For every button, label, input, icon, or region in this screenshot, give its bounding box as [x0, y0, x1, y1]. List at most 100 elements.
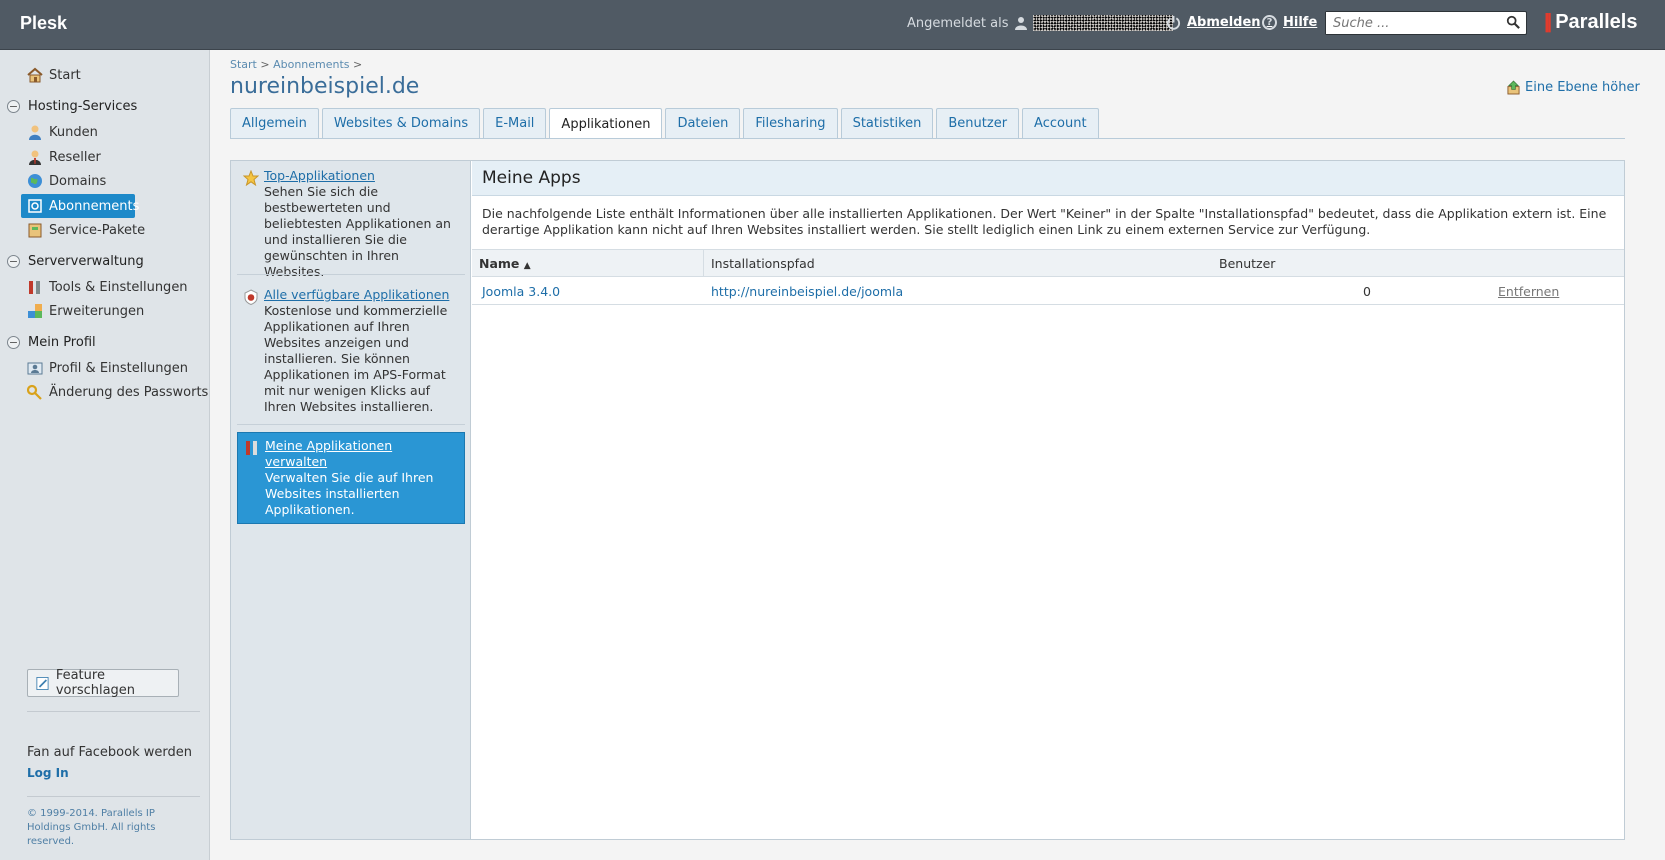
help-label: Hilfe [1283, 15, 1318, 30]
globe-icon [27, 173, 43, 189]
my-apps-description: Die nachfolgende Liste enthält Informati… [482, 206, 1607, 237]
sidebar-item-reseller[interactable]: Reseller [27, 146, 101, 168]
up-level-link[interactable]: Eine Ebene höher [1507, 80, 1640, 95]
tab-underline [230, 138, 1625, 139]
sidebar-item-label: Service-Pakete [49, 222, 146, 238]
tools-icon [246, 441, 257, 455]
feature-suggest-button[interactable]: Feature vorschlagen [27, 668, 179, 698]
sidebar-item-domains[interactable]: Domains [27, 170, 106, 192]
help-link[interactable]: ? Hilfe [1262, 15, 1317, 30]
column-header-name[interactable]: Name ▲ [479, 256, 531, 271]
logout-link[interactable]: Abmelden [1166, 15, 1261, 30]
help-icon: ? [1262, 15, 1277, 30]
logged-in-label: Angemeldet als [907, 15, 1009, 31]
suggest-icon [36, 676, 49, 690]
logout-label: Abmelden [1187, 15, 1261, 30]
breadcrumb-abonnements[interactable]: Abonnements [273, 58, 349, 71]
power-icon [1166, 15, 1181, 30]
app-shield-icon [244, 289, 258, 305]
sidebar-item-service-pakete[interactable]: Service-Pakete [27, 219, 145, 241]
sidebar-group-hosting[interactable]: − Hosting-Services [7, 99, 137, 114]
home-icon [27, 67, 43, 83]
sidebar-group-server[interactable]: − Serververwaltung [7, 254, 144, 269]
facebook-fan-text: Fan auf Facebook werden [27, 745, 192, 760]
sidebar-item-label: Domains [49, 173, 107, 189]
sidebar-item-kunden[interactable]: Kunden [27, 121, 98, 143]
sidebar-item-passwort[interactable]: Änderung des Passworts [27, 381, 208, 403]
search-input[interactable] [1326, 12, 1496, 34]
column-header-path[interactable]: Installationspfad [711, 256, 815, 271]
tab-bar: Allgemein Websites & Domains E-Mail Appl… [230, 108, 1099, 139]
tab-email[interactable]: E-Mail [483, 108, 547, 138]
apps-table-header: Name ▲ Installationspfad Benutzer [472, 249, 1624, 277]
package-icon [27, 222, 43, 238]
nav-description: Sehen Sie sich die bestbewerteten und be… [264, 184, 451, 279]
column-header-label: Name [479, 256, 520, 271]
applications-panel: Top-Applikationen Sehen Sie sich die bes… [230, 160, 1625, 840]
tab-filesharing[interactable]: Filesharing [743, 108, 838, 138]
sidebar-group-label: Hosting-Services [28, 99, 138, 114]
parallels-brand: Parallels [1555, 11, 1638, 33]
user-icon [1014, 17, 1027, 30]
search-icon[interactable] [1506, 15, 1520, 29]
sidebar-group-label: Mein Profil [28, 335, 96, 350]
tools-icon [27, 279, 43, 295]
sidebar-item-erweiterungen[interactable]: Erweiterungen [27, 300, 144, 322]
app-path-link[interactable]: http://nureinbeispiel.de/joomla [711, 284, 903, 299]
sidebar-item-label: Profil & Einstellungen [49, 360, 188, 376]
breadcrumb-separator: > [353, 58, 363, 71]
reseller-icon [27, 149, 43, 165]
sidebar-item-start[interactable]: Start [27, 64, 81, 86]
sidebar-item-abonnements[interactable]: Abonnements [21, 194, 139, 218]
profile-card-icon [27, 360, 43, 376]
tab-account[interactable]: Account [1022, 108, 1099, 138]
sidebar-item-tools[interactable]: Tools & Einstellungen [27, 276, 188, 298]
breadcrumb-start[interactable]: Start [230, 58, 257, 71]
app-name-link[interactable]: Joomla 3.4.0 [482, 284, 560, 299]
main-area: Start > Abonnements > nureinbeispiel.de … [210, 50, 1665, 860]
my-apps-title: Meine Apps [472, 161, 1624, 196]
facebook-login-link[interactable]: Log In [27, 766, 69, 780]
nav-description: Kostenlose und kommerzielle Applikatione… [264, 303, 448, 414]
app-users-count: 0 [1363, 284, 1371, 299]
parallels-bars-icon: || [1544, 11, 1552, 33]
sidebar-item-label: Änderung des Passworts [49, 384, 209, 400]
plesk-logo[interactable]: Plesk [20, 13, 67, 34]
tab-websites-domains[interactable]: Websites & Domains [321, 108, 481, 138]
sidebar-group-profil[interactable]: − Mein Profil [7, 335, 96, 350]
key-icon [27, 384, 43, 400]
sidebar: Start − Hosting-Services Kunden Reseller… [0, 50, 210, 860]
nav-description: Verwalten Sie die auf Ihren Websites ins… [265, 470, 434, 517]
tab-allgemein[interactable]: Allgemein [230, 108, 319, 138]
my-apps-content: Meine Apps Die nachfolgende Liste enthäl… [472, 161, 1624, 839]
sidebar-item-label: Reseller [49, 149, 101, 165]
column-header-users[interactable]: Benutzer [1219, 256, 1275, 271]
tab-applikationen[interactable]: Applikationen [549, 108, 663, 139]
collapse-icon[interactable]: − [7, 255, 20, 268]
nav-top-applications[interactable]: Top-Applikationen Sehen Sie sich die bes… [237, 163, 465, 285]
applications-nav: Top-Applikationen Sehen Sie sich die bes… [231, 161, 471, 839]
tab-statistiken[interactable]: Statistiken [840, 108, 934, 138]
sidebar-item-label: Start [49, 67, 81, 83]
nav-my-applications[interactable]: Meine Applikationen verwalten Verwalten … [237, 432, 465, 524]
top-header: Plesk Angemeldet als Abmelden ? Hilfe ||… [0, 0, 1665, 50]
tab-dateien[interactable]: Dateien [665, 108, 741, 138]
sidebar-item-label: Erweiterungen [49, 303, 145, 319]
nav-title[interactable]: Top-Applikationen [264, 168, 459, 184]
tab-benutzer[interactable]: Benutzer [936, 108, 1020, 138]
nav-divider [237, 274, 465, 275]
sidebar-item-profil[interactable]: Profil & Einstellungen [27, 357, 188, 379]
sidebar-divider [27, 711, 200, 712]
up-level-icon [1507, 80, 1520, 95]
collapse-icon[interactable]: − [7, 100, 20, 113]
nav-title[interactable]: Alle verfügbare Applikationen [264, 287, 459, 303]
subscription-icon [27, 198, 43, 214]
remove-app-link[interactable]: Entfernen [1498, 284, 1559, 299]
breadcrumb-separator: > [260, 58, 270, 71]
nav-all-applications[interactable]: Alle verfügbare Applikationen Kostenlose… [237, 282, 465, 420]
feature-suggest-label: Feature vorschlagen [55, 668, 136, 698]
extensions-icon [27, 303, 43, 319]
nav-title[interactable]: Meine Applikationen verwalten [265, 438, 458, 470]
sidebar-divider [27, 796, 200, 797]
collapse-icon[interactable]: − [7, 336, 20, 349]
